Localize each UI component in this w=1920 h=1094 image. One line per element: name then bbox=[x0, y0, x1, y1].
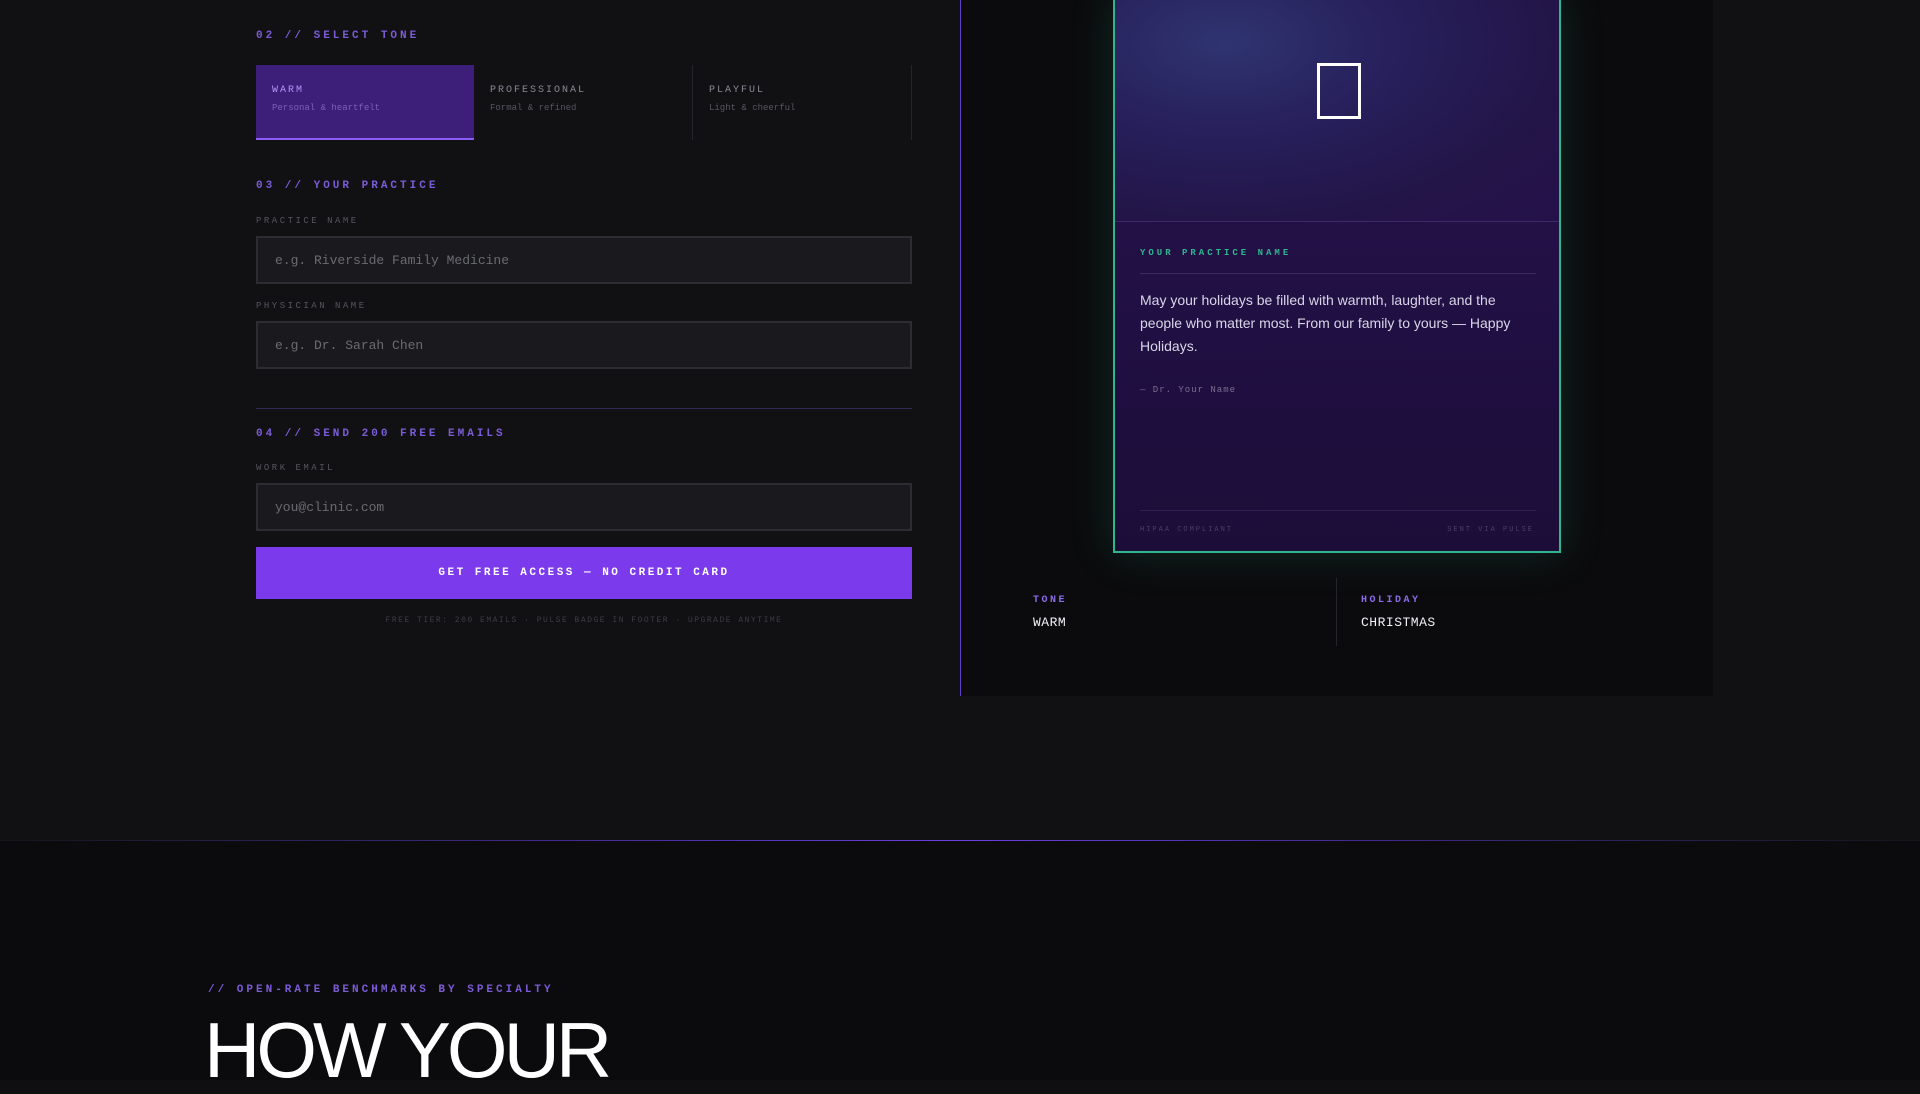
tone-option-warm[interactable]: WARM Personal & heartfelt bbox=[256, 65, 474, 140]
tone-meta-label: TONE bbox=[1033, 595, 1068, 606]
physician-name-label: PHYSICIAN NAME bbox=[256, 301, 367, 311]
card-footer-sender: SENT VIA PULSE bbox=[1447, 526, 1534, 534]
tone-option-subtitle: Formal & refined bbox=[490, 103, 577, 113]
tone-option-title: PROFESSIONAL bbox=[490, 85, 587, 96]
tone-option-title: PLAYFUL bbox=[709, 85, 766, 96]
card-footer-divider bbox=[1140, 510, 1536, 511]
tone-option-subtitle: Personal & heartfelt bbox=[272, 103, 381, 113]
holiday-meta-value: CHRISTMAS bbox=[1361, 615, 1436, 630]
card-signature: — Dr. Your Name bbox=[1140, 385, 1237, 395]
work-email-input[interactable] bbox=[256, 483, 912, 531]
practice-name-label: PRACTICE NAME bbox=[256, 216, 359, 226]
holiday-card-preview: YOUR PRACTICE NAME May your holidays be … bbox=[1113, 0, 1561, 553]
section-divider bbox=[256, 408, 912, 409]
tone-option-professional[interactable]: PROFESSIONAL Formal & refined bbox=[474, 65, 693, 140]
tone-option-title: WARM bbox=[272, 85, 305, 96]
tone-option-playful[interactable]: PLAYFUL Light & cheerful bbox=[693, 65, 912, 140]
free-tier-note: FREE TIER: 200 EMAILS · PULSE BADGE IN F… bbox=[385, 616, 783, 625]
tone-meta-value: WARM bbox=[1033, 615, 1067, 630]
tone-meta: TONE WARM bbox=[1033, 595, 1067, 630]
card-footer-compliance: HIPAA COMPLIANT bbox=[1140, 526, 1234, 534]
email-step-heading: 04 // SEND 200 FREE EMAILS bbox=[256, 428, 506, 440]
get-free-access-button[interactable]: GET FREE ACCESS — NO CREDIT CARD bbox=[256, 547, 912, 599]
builder-section: 02 // SELECT TONE WARM Personal & heartf… bbox=[0, 0, 1920, 840]
benchmarks-section: // OPEN-RATE BENCHMARKS BY SPECIALTY HOW… bbox=[0, 841, 1920, 1089]
card-symbol-icon bbox=[1317, 63, 1361, 119]
card-message: May your holidays be filled with warmth,… bbox=[1140, 292, 1511, 354]
benchmarks-eyebrow: // OPEN-RATE BENCHMARKS BY SPECIALTY bbox=[208, 984, 554, 996]
holiday-meta: HOLIDAY CHRISTMAS bbox=[1361, 595, 1436, 630]
tone-selector: WARM Personal & heartfelt PROFESSIONAL F… bbox=[256, 65, 912, 140]
practice-name-input[interactable] bbox=[256, 236, 912, 284]
card-practice-name: YOUR PRACTICE NAME bbox=[1140, 248, 1292, 258]
card-preview-panel: YOUR PRACTICE NAME May your holidays be … bbox=[960, 0, 1713, 696]
card-hero bbox=[1115, 0, 1559, 222]
holiday-meta-label: HOLIDAY bbox=[1361, 595, 1421, 606]
tone-option-subtitle: Light & cheerful bbox=[709, 103, 796, 113]
tone-step-heading: 02 // SELECT TONE bbox=[256, 30, 420, 42]
card-divider bbox=[1140, 273, 1536, 274]
benchmarks-title: HOW YOUR bbox=[204, 1006, 612, 1094]
physician-name-input[interactable] bbox=[256, 321, 912, 369]
work-email-label: WORK EMAIL bbox=[256, 463, 336, 473]
meta-divider bbox=[1336, 578, 1337, 646]
practice-step-heading: 03 // YOUR PRACTICE bbox=[256, 180, 439, 192]
